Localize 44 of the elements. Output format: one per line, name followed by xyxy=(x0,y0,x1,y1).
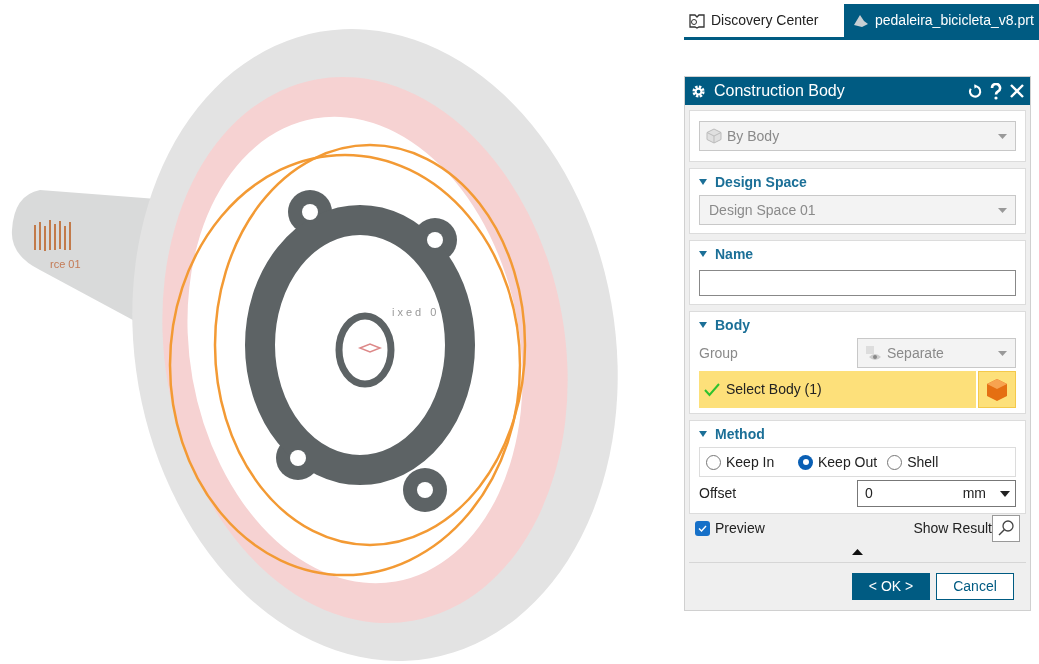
cancel-button[interactable]: Cancel xyxy=(936,573,1014,600)
section-header[interactable]: Name xyxy=(690,241,1025,267)
section-header[interactable]: Method xyxy=(690,421,1025,447)
dropdown-arrow-icon xyxy=(998,350,1007,356)
dialog-title: Construction Body xyxy=(714,81,846,101)
offset-label: Offset xyxy=(699,484,737,503)
cube-icon xyxy=(705,127,723,145)
expanded-caret-icon xyxy=(699,322,707,328)
radio-option[interactable]: Keep Out xyxy=(798,451,878,473)
dropdown-arrow-icon xyxy=(998,207,1007,213)
search-icon xyxy=(997,519,1015,537)
gear-icon xyxy=(691,83,706,99)
preview-checkbox[interactable] xyxy=(695,520,710,536)
annotation-label: rce 01 xyxy=(50,258,81,270)
dropdown-arrow-icon xyxy=(998,133,1007,139)
checkmark-icon xyxy=(698,524,707,532)
offset-input-field[interactable]: 0 mm xyxy=(857,480,1016,507)
show-result-button[interactable] xyxy=(992,514,1020,542)
document-tab[interactable]: pedaleira_bicicleta_v8.prt xyxy=(844,4,1039,37)
collapse-arrow-icon[interactable] xyxy=(852,548,863,555)
radio-button[interactable] xyxy=(706,454,721,470)
reset-icon[interactable] xyxy=(967,83,982,99)
radio-option[interactable]: Shell xyxy=(887,451,939,473)
select-body-row[interactable]: Select Body (1) xyxy=(699,371,976,408)
expanded-caret-icon xyxy=(699,431,707,437)
expanded-caret-icon xyxy=(699,251,707,257)
preview-label: Preview xyxy=(715,518,766,538)
show-result-label: Show Result xyxy=(913,518,992,538)
close-icon[interactable] xyxy=(1010,84,1024,98)
radio-button[interactable] xyxy=(887,454,903,470)
radio-option[interactable]: Keep In xyxy=(706,451,798,473)
section-header[interactable]: Body xyxy=(690,312,1025,338)
help-icon[interactable] xyxy=(990,82,1002,100)
section-header[interactable]: Design Space xyxy=(690,169,1025,195)
annotation-label: ixed 0 xyxy=(392,306,440,318)
dropdown-arrow-icon xyxy=(1000,490,1010,497)
expanded-caret-icon xyxy=(699,179,707,185)
name-input-field[interactable] xyxy=(699,270,1016,296)
group-label: Group xyxy=(699,343,738,363)
eye-icon xyxy=(863,344,883,362)
book-icon xyxy=(688,11,706,30)
radio-button[interactable] xyxy=(798,454,813,470)
ok-button[interactable]: < OK > xyxy=(852,573,930,600)
cube-icon xyxy=(984,376,1010,403)
